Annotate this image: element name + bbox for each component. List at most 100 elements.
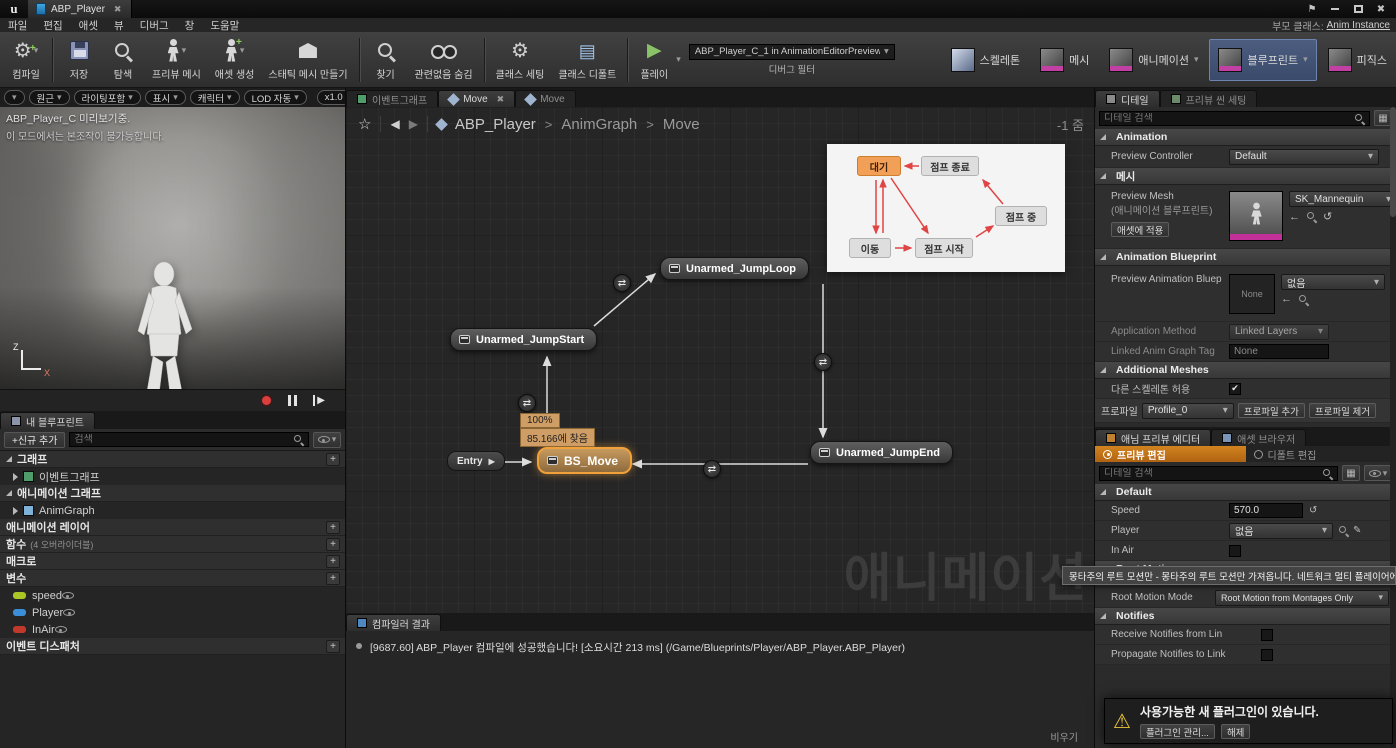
- browse-asset-icon[interactable]: [1298, 294, 1309, 305]
- browse-button[interactable]: 탐색: [101, 35, 145, 85]
- state-machine-graph-canvas[interactable]: ☆ ◀ ▶ ABP_Player > AnimGraph > Move -1 줌…: [345, 107, 1094, 613]
- none-thumbnail[interactable]: None: [1229, 274, 1275, 314]
- mode-skeleton[interactable]: 스켈레톤: [942, 39, 1029, 81]
- reset-icon[interactable]: ↺: [1309, 505, 1317, 516]
- state-node-bs-move[interactable]: BS_Move: [537, 447, 633, 474]
- parent-class-link[interactable]: Anim Instance: [1327, 20, 1396, 31]
- viewport-show-button[interactable]: 표시 ▾: [144, 90, 186, 105]
- create-asset-button[interactable]: + ▾ 애셋 생성: [208, 35, 262, 85]
- play-button[interactable]: ▶ 플레이: [632, 35, 676, 85]
- compile-button[interactable]: ⚙ + ▾ 컴파일: [4, 35, 48, 85]
- breadcrumb-move[interactable]: Move: [663, 116, 700, 133]
- manage-plugins-button[interactable]: 플러그인 관리...: [1139, 724, 1215, 739]
- allow-other-skeleton-checkbox[interactable]: ✔: [1229, 382, 1241, 395]
- tree-header-animation-graphs[interactable]: 애니메이션 그래프: [0, 485, 345, 502]
- apply-to-asset-button[interactable]: 애셋에 적용: [1111, 222, 1170, 237]
- tree-header-event-dispatchers[interactable]: 이벤트 디스패처 +: [0, 638, 345, 655]
- viewport-character-button[interactable]: 캐릭터 ▾: [189, 90, 240, 105]
- transition-rule-icon[interactable]: ⇄: [814, 353, 832, 371]
- category-mesh[interactable]: 메시: [1095, 168, 1396, 185]
- class-defaults-button[interactable]: ▤ 클래스 디폴트: [551, 35, 623, 85]
- preview-anim-bp-dropdown[interactable]: 없음: [1281, 274, 1385, 290]
- speed-input[interactable]: [1229, 503, 1303, 518]
- visibility-filter-button[interactable]: ▾: [1364, 465, 1392, 481]
- menu-file[interactable]: 파일: [0, 18, 35, 33]
- record-button[interactable]: [261, 395, 273, 406]
- state-node-jump-start[interactable]: Unarmed_JumpStart: [450, 328, 598, 351]
- propagate-notifies-checkbox[interactable]: [1261, 648, 1273, 661]
- eye-icon[interactable]: [54, 626, 67, 633]
- tab-compiler-results[interactable]: 컴파일러 결과: [346, 614, 441, 631]
- menu-asset[interactable]: 애셋: [71, 18, 106, 33]
- preview-controller-dropdown[interactable]: Default: [1229, 148, 1379, 165]
- window-tab[interactable]: ABP_Player ✖: [28, 0, 133, 18]
- my-blueprint-search-input[interactable]: [74, 434, 290, 445]
- tab-close-icon[interactable]: ✖: [497, 94, 505, 105]
- viewport-options-button[interactable]: ▾: [4, 90, 25, 105]
- step-forward-button[interactable]: ▶: [313, 395, 325, 406]
- add-macro-button[interactable]: +: [326, 554, 340, 568]
- minimize-button[interactable]: [1325, 2, 1345, 16]
- transition-rule-icon[interactable]: ⇄: [703, 460, 721, 478]
- details-search-input[interactable]: [1104, 112, 1351, 124]
- make-static-mesh-button[interactable]: 스태틱 메시 만들기: [261, 35, 354, 85]
- menu-help[interactable]: 도움말: [202, 18, 247, 33]
- player-dropdown[interactable]: 없음: [1229, 522, 1333, 539]
- in-air-checkbox[interactable]: [1229, 544, 1241, 557]
- add-animation-layer-button[interactable]: +: [326, 520, 340, 534]
- browse-asset-icon[interactable]: [1306, 211, 1317, 222]
- reset-icon[interactable]: ↺: [1323, 210, 1332, 223]
- tree-item-variable-inair[interactable]: InAir: [0, 621, 345, 638]
- preview-mesh-dropdown[interactable]: SK_Mannequin: [1289, 191, 1396, 207]
- tab-move-active[interactable]: Move ✖: [438, 90, 516, 107]
- menu-view[interactable]: 뷰: [106, 18, 132, 33]
- mode-physics[interactable]: 피직스: [1319, 39, 1396, 81]
- menu-edit[interactable]: 편집: [35, 18, 70, 33]
- debug-object-dropdown[interactable]: ABP_Player_C_1 in AnimationEditorPreview…: [688, 43, 895, 60]
- maximize-button[interactable]: [1348, 2, 1368, 16]
- add-function-button[interactable]: +: [326, 537, 340, 551]
- dismiss-button[interactable]: 해제: [1220, 724, 1251, 739]
- menu-window[interactable]: 창: [177, 18, 203, 33]
- viewport-lod-button[interactable]: LOD 자동 ▾: [243, 90, 307, 105]
- tab-details[interactable]: 디테일: [1095, 90, 1160, 107]
- viewport-perspective-button[interactable]: 원근 ▾: [28, 90, 70, 105]
- tree-header-functions[interactable]: 함수 (4 오버라이더블) +: [0, 536, 345, 553]
- display-options-button[interactable]: ▦: [1342, 465, 1360, 481]
- pause-button[interactable]: [288, 395, 298, 406]
- bookmark-icon[interactable]: ⚑: [1302, 2, 1322, 16]
- edit-preview-radio[interactable]: 프리뷰 편집: [1095, 446, 1246, 462]
- preview-viewport[interactable]: ABP_Player_C 미리보기중. 이 모드에서는 본조작이 불가능합니다.…: [0, 107, 345, 389]
- breadcrumb-animgraph[interactable]: AnimGraph: [561, 116, 637, 133]
- tab-my-blueprint[interactable]: 내 블루프린트: [0, 412, 95, 429]
- add-variable-button[interactable]: +: [326, 571, 340, 585]
- eyedropper-icon[interactable]: ✎: [1353, 525, 1361, 536]
- transition-rule-icon[interactable]: ⇄: [518, 394, 536, 412]
- chevron-down-icon[interactable]: ▾: [676, 54, 681, 65]
- add-graph-button[interactable]: +: [326, 452, 340, 466]
- eye-icon[interactable]: [61, 592, 74, 599]
- tab-preview-scene-settings[interactable]: 프리뷰 씬 세팅: [1159, 90, 1258, 107]
- tree-item-variable-speed[interactable]: speed: [0, 587, 345, 604]
- tree-header-macros[interactable]: 매크로 +: [0, 553, 345, 570]
- close-button[interactable]: ✖: [1371, 2, 1391, 16]
- breadcrumb-abp-player[interactable]: ABP_Player: [455, 116, 536, 133]
- category-default[interactable]: Default: [1095, 484, 1396, 501]
- application-method-dropdown[interactable]: Linked Layers: [1229, 323, 1329, 340]
- linked-anim-graph-tag-value[interactable]: None: [1229, 344, 1329, 359]
- menu-debug[interactable]: 디버그: [132, 18, 177, 33]
- mode-mesh[interactable]: 메시: [1031, 39, 1098, 81]
- class-settings-button[interactable]: ⚙ 클래스 세팅: [489, 35, 552, 85]
- add-new-button[interactable]: +신규 추가: [4, 431, 66, 448]
- tree-header-variables[interactable]: 변수 +: [0, 570, 345, 587]
- root-motion-mode-dropdown[interactable]: Root Motion from Montages Only: [1215, 589, 1389, 606]
- preview-mesh-button[interactable]: ▾ 프리뷰 메시: [145, 35, 208, 85]
- tab-close-icon[interactable]: ✖: [114, 4, 122, 15]
- favorite-star-icon[interactable]: ☆: [358, 115, 371, 133]
- tree-item-animgraph[interactable]: AnimGraph: [0, 502, 345, 519]
- preview-mesh-thumbnail[interactable]: [1229, 191, 1283, 241]
- transition-rule-icon[interactable]: ⇄: [613, 274, 631, 292]
- category-additional-meshes[interactable]: Additional Meshes: [1095, 362, 1396, 379]
- use-selected-icon[interactable]: ←: [1289, 211, 1300, 223]
- category-animation[interactable]: Animation: [1095, 129, 1396, 146]
